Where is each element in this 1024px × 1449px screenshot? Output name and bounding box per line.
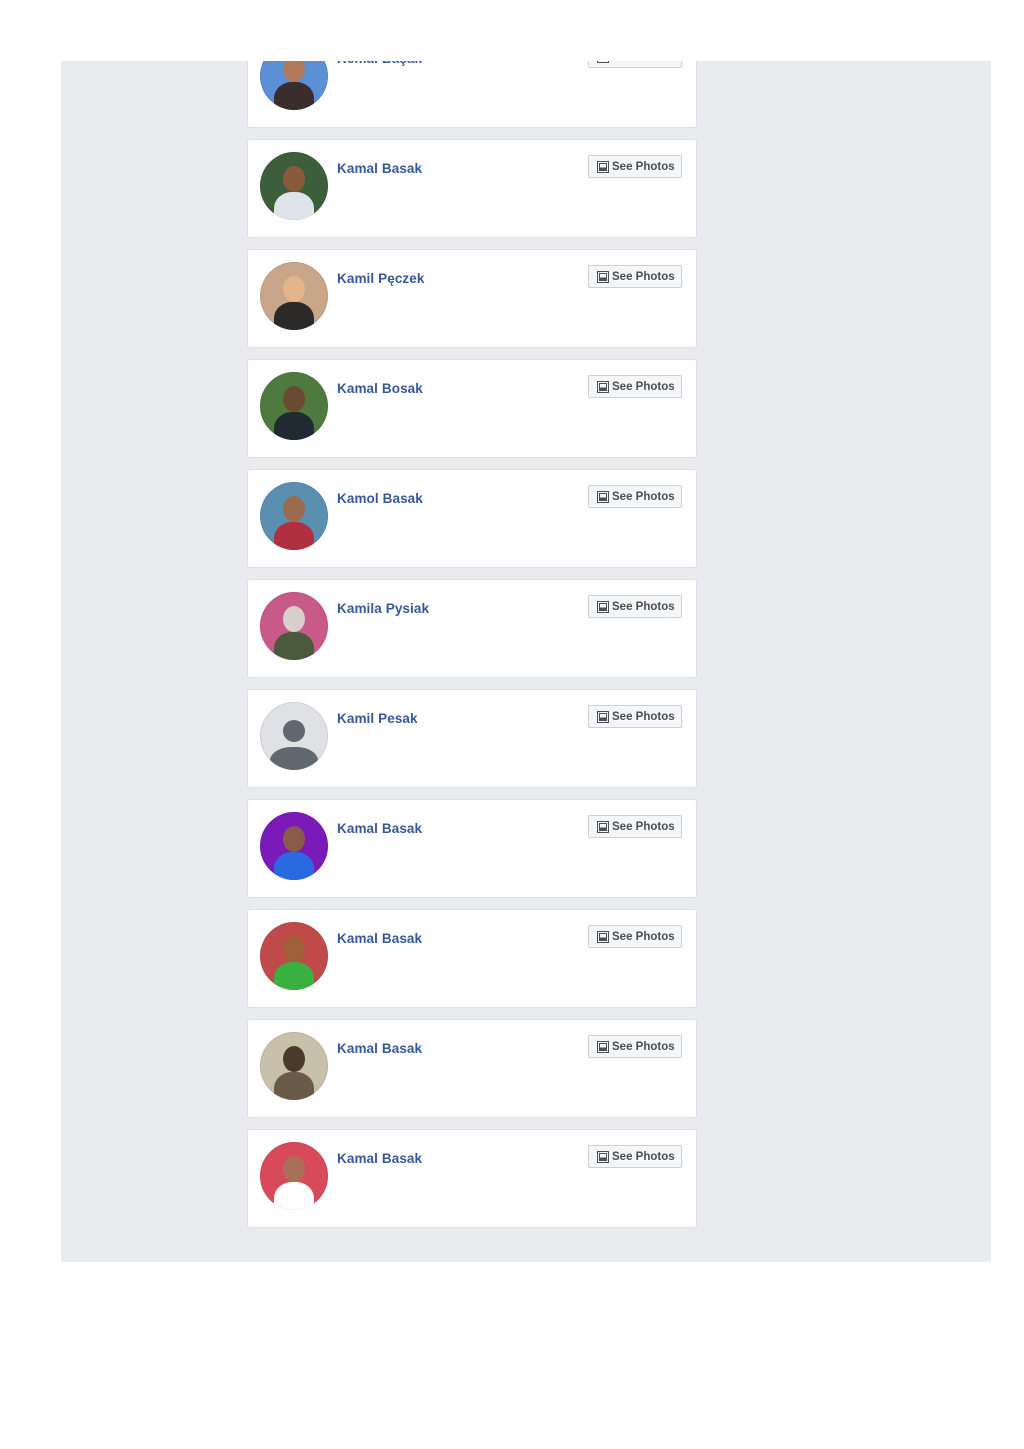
results-list: Kemal Başak See Photos Kamal Basak See P… [247, 61, 697, 1239]
see-photos-button[interactable]: See Photos [588, 155, 682, 178]
avatar-body [274, 962, 314, 990]
profile-name-link[interactable]: Kamila Pysiak [337, 601, 429, 616]
see-photos-button[interactable]: See Photos [588, 485, 682, 508]
photo-icon [597, 61, 609, 63]
see-photos-button[interactable]: See Photos [588, 595, 682, 618]
avatar-body [274, 632, 314, 660]
avatar-body [274, 192, 314, 220]
avatar-head [283, 1156, 305, 1182]
see-photos-button[interactable]: See Photos [588, 815, 682, 838]
photo-icon [597, 270, 609, 283]
avatar-body [274, 82, 314, 110]
result-card: Kamal Basak See Photos [247, 799, 697, 898]
result-card: Kamol Basak See Photos [247, 469, 697, 568]
photo-icon [597, 820, 609, 833]
result-card: Kamil Pęczek See Photos [247, 249, 697, 348]
profile-avatar[interactable] [260, 592, 328, 660]
profile-avatar[interactable] [260, 262, 328, 330]
result-card: Kamal Basak See Photos [247, 139, 697, 238]
profile-avatar[interactable] [260, 61, 328, 110]
avatar-body [274, 522, 314, 550]
see-photos-button[interactable]: See Photos [588, 925, 682, 948]
avatar-head [283, 606, 305, 632]
result-card: Kemal Başak See Photos [247, 61, 697, 128]
profile-avatar[interactable] [260, 482, 328, 550]
result-card: Kamal Basak See Photos [247, 909, 697, 1008]
see-photos-label: See Photos [612, 600, 675, 613]
avatar-head [283, 1046, 305, 1072]
profile-avatar[interactable] [260, 812, 328, 880]
see-photos-label: See Photos [612, 490, 675, 503]
profile-name-link[interactable]: Kamal Basak [337, 1041, 422, 1056]
profile-avatar[interactable] [260, 1142, 328, 1210]
avatar-head [283, 936, 305, 962]
see-photos-button[interactable]: See Photos [588, 61, 682, 68]
profile-name-link[interactable]: Kamal Basak [337, 931, 422, 946]
avatar-head [283, 826, 305, 852]
profile-name-link[interactable]: Kamol Basak [337, 491, 423, 506]
result-card: Kamal Bosak See Photos [247, 359, 697, 458]
photo-icon [597, 160, 609, 173]
see-photos-label: See Photos [612, 1040, 675, 1053]
result-card: Kamal Basak See Photos [247, 1129, 697, 1228]
result-card: Kamal Basak See Photos [247, 1019, 697, 1118]
see-photos-button[interactable]: See Photos [588, 375, 682, 398]
profile-name-link[interactable]: Kamil Pęczek [337, 271, 425, 286]
see-photos-label: See Photos [612, 820, 675, 833]
photo-icon [597, 710, 609, 723]
see-photos-button[interactable]: See Photos [588, 705, 682, 728]
results-panel: Kemal Başak See Photos Kamal Basak See P… [61, 61, 991, 1262]
result-card: Kamil Pesak See Photos [247, 689, 697, 788]
avatar-head [283, 61, 305, 82]
photo-icon [597, 380, 609, 393]
profile-name-link[interactable]: Kemal Başak [337, 61, 422, 66]
avatar-body [274, 302, 314, 330]
see-photos-label: See Photos [612, 930, 675, 943]
profile-name-link[interactable]: Kamil Pesak [337, 711, 418, 726]
avatar-body [274, 412, 314, 440]
see-photos-label: See Photos [612, 270, 675, 283]
see-photos-label: See Photos [612, 160, 675, 173]
profile-avatar[interactable] [260, 922, 328, 990]
photo-icon [597, 490, 609, 503]
profile-name-link[interactable]: Kamal Bosak [337, 381, 423, 396]
avatar-head [283, 720, 305, 742]
avatar-head [283, 276, 305, 302]
avatar-head [283, 166, 305, 192]
see-photos-button[interactable]: See Photos [588, 1145, 682, 1168]
avatar-body [270, 747, 318, 770]
result-card: Kamila Pysiak See Photos [247, 579, 697, 678]
see-photos-button[interactable]: See Photos [588, 1035, 682, 1058]
profile-name-link[interactable]: Kamal Basak [337, 821, 422, 836]
avatar-body [274, 1072, 314, 1100]
see-photos-button[interactable]: See Photos [588, 265, 682, 288]
photo-icon [597, 1040, 609, 1053]
photo-icon [597, 1150, 609, 1163]
profile-name-link[interactable]: Kamal Basak [337, 161, 422, 176]
photo-icon [597, 930, 609, 943]
profile-avatar[interactable] [260, 1032, 328, 1100]
avatar-body [274, 852, 314, 880]
see-photos-label: See Photos [612, 1150, 675, 1163]
profile-avatar[interactable] [260, 702, 328, 770]
profile-name-link[interactable]: Kamal Basak [337, 1151, 422, 1166]
avatar-body [274, 1182, 314, 1210]
see-photos-label: See Photos [612, 61, 675, 63]
photo-icon [597, 600, 609, 613]
avatar-head [283, 496, 305, 522]
profile-avatar[interactable] [260, 372, 328, 440]
profile-avatar[interactable] [260, 152, 328, 220]
see-photos-label: See Photos [612, 710, 675, 723]
avatar-head [283, 386, 305, 412]
see-photos-label: See Photos [612, 380, 675, 393]
